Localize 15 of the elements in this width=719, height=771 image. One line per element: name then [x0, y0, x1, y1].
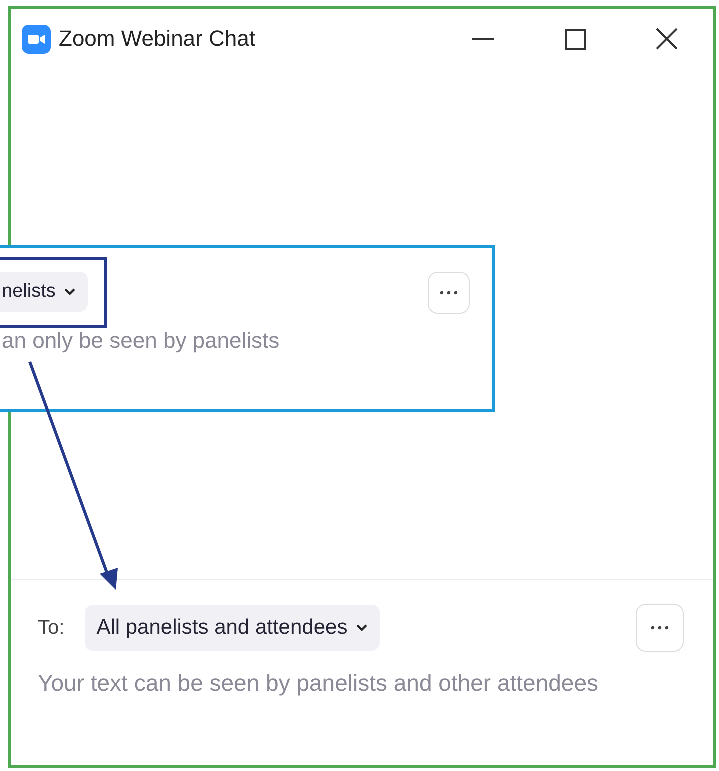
maximize-icon — [564, 28, 586, 50]
window-title: Zoom Webinar Chat — [59, 26, 256, 52]
caret-icon — [64, 288, 76, 296]
camera-icon — [22, 24, 51, 54]
more-icon — [651, 626, 669, 630]
minimize-icon — [472, 38, 494, 40]
more-button[interactable] — [428, 272, 470, 314]
more-button[interactable] — [636, 604, 684, 652]
close-icon — [656, 28, 678, 50]
recipient-dropdown[interactable]: nelists — [0, 272, 88, 312]
recipient-dropdown[interactable]: All panelists and attendees — [84, 605, 380, 651]
to-label: To: — [38, 616, 65, 640]
caret-icon — [356, 624, 368, 632]
hint-text: an only be seen by panelists — [2, 328, 281, 354]
more-icon — [440, 291, 458, 295]
